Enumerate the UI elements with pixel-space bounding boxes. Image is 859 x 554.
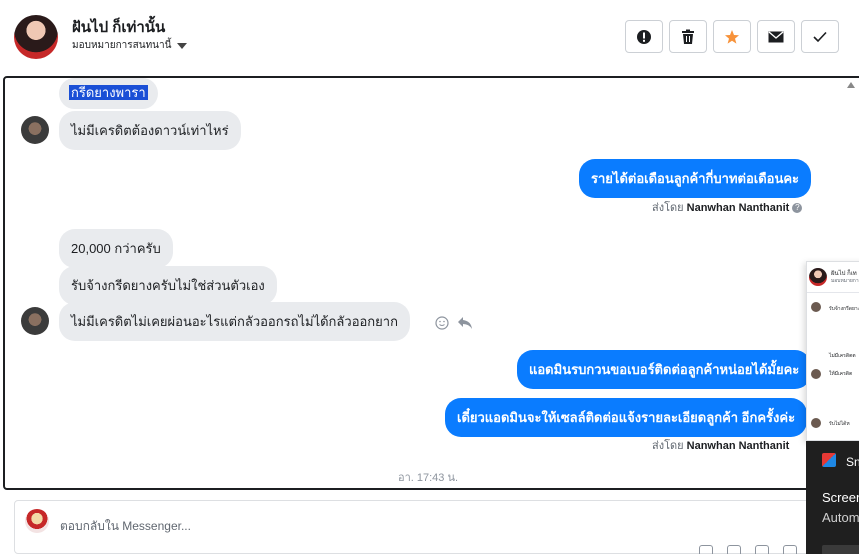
mark-done-button[interactable] <box>801 20 839 53</box>
conversation-thread[interactable]: กรีดยางพารา ไม่มีเครดิตต้องดาวน์เท่าไหร่… <box>3 76 859 490</box>
assign-conversation-dropdown[interactable]: มอบหมายการสนทนานี้ <box>72 38 188 53</box>
reply-box[interactable]: ตอบกลับใน Messenger... <box>14 500 859 554</box>
sender-name[interactable]: Nanwhan Nanthanit <box>687 202 790 214</box>
popup-message: รับจ้างกรีดยาง <box>829 306 859 312</box>
sender-name[interactable]: Nanwhan Nanthanit <box>687 440 790 452</box>
message-outgoing[interactable]: รายได้ต่อเดือนลูกค้ากี่บาทต่อเดือนคะ <box>579 159 812 198</box>
caret-down-icon <box>177 42 188 49</box>
delete-button[interactable] <box>669 20 707 53</box>
popup-avatar <box>809 268 827 286</box>
envelope-icon <box>768 30 784 42</box>
star-icon <box>725 29 739 44</box>
conversation-header: ฝันไป ก็เท่านั้น มอบหมายการสนทนานี้ <box>0 0 859 76</box>
conversation-toolbar <box>625 20 839 53</box>
check-icon <box>813 31 827 42</box>
sender-avatar[interactable] <box>21 307 49 335</box>
sent-by-label: ส่งโดย Nanwhan Nanthanit ? <box>652 198 803 216</box>
message-incoming[interactable]: 20,000 กว่าครับ <box>59 229 173 268</box>
divider <box>807 292 859 293</box>
popup-subtitle: มอบหมายการ <box>831 278 859 284</box>
popup-message: รับไม่ได้ห <box>829 421 850 427</box>
message-actions <box>435 316 473 330</box>
gif-icon[interactable] <box>727 545 741 554</box>
mark-unread-button[interactable] <box>757 20 795 53</box>
reply-input[interactable]: ตอบกลับใน Messenger... <box>60 517 191 536</box>
popup-sender-avatar <box>811 302 821 312</box>
message-outgoing[interactable]: แอดมินรบกวนขอเบอร์ติดต่อลูกค้าหน่อยได้มั… <box>517 350 812 389</box>
trash-icon <box>682 29 694 44</box>
sticker-icon[interactable] <box>783 545 797 554</box>
message-incoming[interactable]: ไม่มีเครดิตไม่เคยผ่อนอะไรแต่กลัวออกรถไม่… <box>59 302 410 341</box>
contact-avatar[interactable] <box>14 15 58 59</box>
attachment-icon[interactable] <box>699 545 713 554</box>
star-button[interactable] <box>713 20 751 53</box>
message-incoming[interactable]: ไม่มีเครดิตต้องดาวน์เท่าไหร่ <box>59 111 241 150</box>
popup-sender-avatar <box>811 369 821 379</box>
popup-message: ให้มีเครดิต <box>829 371 853 377</box>
sent-by-label: ส่งโดย Nanwhan Nanthanit <box>652 440 790 452</box>
assign-label: มอบหมายการสนทนานี้ <box>72 40 172 51</box>
message-incoming[interactable]: รับจ้างกรีดยางครับไม่ใช่ส่วนตัวเอง <box>59 266 277 305</box>
notification-title: Screen <box>822 490 859 505</box>
contact-name[interactable]: ฝันไป ก็เท่านั้น <box>72 15 165 39</box>
scroll-up-arrow-icon[interactable] <box>847 82 855 88</box>
snipping-tool-icon <box>822 453 836 467</box>
help-icon[interactable]: ? <box>792 203 803 214</box>
emoji-icon[interactable] <box>755 545 769 554</box>
message-timestamp: อา. 17:43 น. <box>398 472 459 484</box>
message-outgoing[interactable]: เดี๋ยวแอดมินจะให้เซลล์ติดต่อแจ้งรายละเอี… <box>445 398 808 437</box>
popup-message: ไม่มีเครดิตต <box>829 353 856 359</box>
message-incoming[interactable]: กรีดยางพารา <box>59 78 158 109</box>
reply-arrow-icon[interactable] <box>457 316 473 330</box>
sender-avatar[interactable] <box>21 116 49 144</box>
notification-body: Autom <box>822 510 859 525</box>
system-notification[interactable]: Sn Screen Autom <box>806 441 859 554</box>
selected-text: กรีดยางพารา <box>69 85 148 100</box>
exclamation-circle-icon <box>637 29 651 44</box>
mark-spam-button[interactable] <box>625 20 663 53</box>
notification-action-button[interactable] <box>822 545 859 554</box>
emoji-reaction-icon[interactable] <box>435 316 449 330</box>
reply-tools <box>699 545 797 554</box>
page-avatar <box>25 509 49 533</box>
notification-app-name: Sn <box>846 455 859 469</box>
popup-sender-avatar <box>811 418 821 428</box>
chat-popup-preview[interactable]: ฝันไป ก็เท มอบหมายการ รับจ้างกรีดยาง ไม่… <box>806 261 859 441</box>
